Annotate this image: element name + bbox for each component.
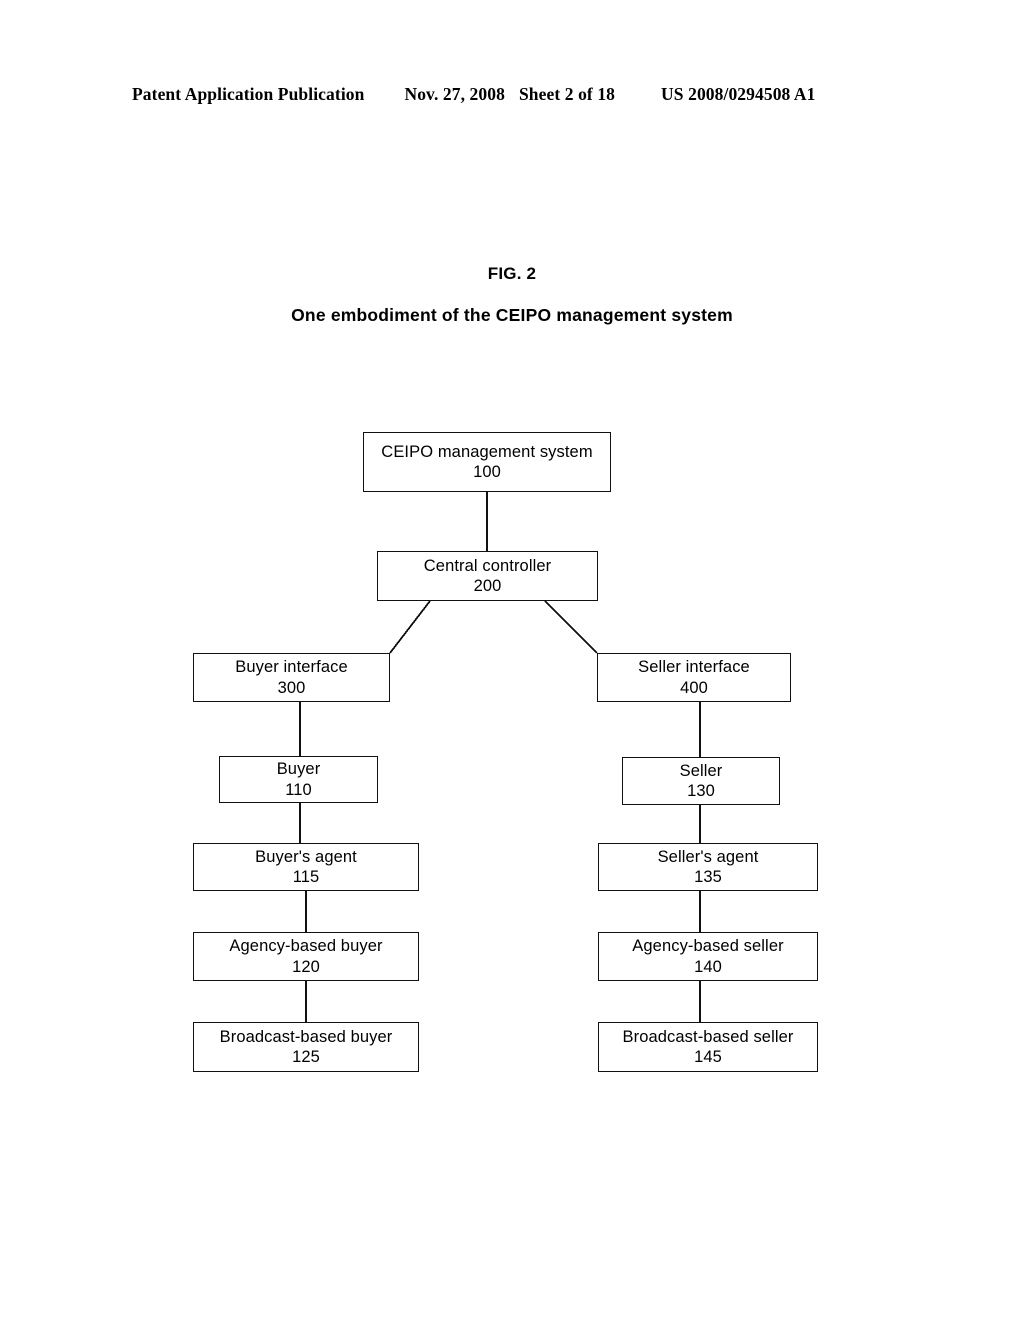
node-ceipo-management-system[interactable]: CEIPO management system 100 bbox=[363, 432, 611, 492]
node-buyer-number: 110 bbox=[285, 780, 312, 799]
edge-central-to-seller-interface bbox=[544, 600, 598, 654]
node-ceipo-label: CEIPO management system bbox=[381, 442, 593, 461]
node-seller[interactable]: Seller 130 bbox=[622, 757, 780, 805]
node-buyer-interface[interactable]: Buyer interface 300 bbox=[193, 653, 390, 702]
node-central-controller-number: 200 bbox=[473, 577, 502, 595]
node-central-controller-label: Central controller bbox=[423, 556, 552, 575]
block-diagram: CEIPO management system 100 Central cont… bbox=[0, 0, 1024, 1320]
node-agency-based-buyer-label: Agency-based buyer bbox=[229, 937, 383, 956]
node-broadcast-based-seller-number: 145 bbox=[694, 1048, 722, 1066]
node-seller-interface-label: Seller interface bbox=[638, 658, 750, 677]
node-ceipo-number: 100 bbox=[473, 463, 501, 481]
node-agency-based-seller-number: 140 bbox=[694, 957, 722, 976]
node-buyers-agent-label: Buyer's agent bbox=[255, 847, 357, 866]
node-broadcast-based-buyer-number: 125 bbox=[292, 1048, 320, 1066]
node-central-controller[interactable]: Central controller 200 bbox=[377, 551, 598, 601]
node-agency-based-buyer[interactable]: Agency-based buyer 120 bbox=[193, 932, 419, 981]
node-agency-based-seller[interactable]: Agency-based seller 140 bbox=[598, 932, 818, 981]
node-seller-interface-number: 400 bbox=[680, 678, 708, 697]
node-broadcast-based-seller[interactable]: Broadcast-based seller 145 bbox=[598, 1022, 818, 1072]
node-broadcast-based-seller-label: Broadcast-based seller bbox=[622, 1027, 794, 1046]
connector-lines bbox=[299, 492, 701, 1022]
node-buyer[interactable]: Buyer 110 bbox=[219, 756, 378, 803]
edge-central-to-buyer-interface bbox=[389, 600, 431, 654]
node-sellers-agent[interactable]: Seller's agent 135 bbox=[598, 843, 818, 891]
node-buyer-label: Buyer bbox=[276, 760, 321, 779]
node-broadcast-based-buyer-label: Broadcast-based buyer bbox=[219, 1027, 393, 1046]
node-sellers-agent-number: 135 bbox=[694, 868, 722, 886]
node-sellers-agent-label: Seller's agent bbox=[657, 847, 759, 866]
node-seller-interface[interactable]: Seller interface 400 bbox=[597, 653, 791, 702]
node-buyer-interface-label: Buyer interface bbox=[235, 658, 348, 677]
node-broadcast-based-buyer[interactable]: Broadcast-based buyer 125 bbox=[193, 1022, 419, 1072]
node-agency-based-seller-label: Agency-based seller bbox=[632, 937, 784, 956]
node-buyers-agent-number: 115 bbox=[292, 868, 320, 886]
node-buyers-agent[interactable]: Buyer's agent 115 bbox=[193, 843, 419, 891]
node-seller-number: 130 bbox=[687, 782, 715, 800]
node-agency-based-buyer-number: 120 bbox=[292, 957, 320, 976]
node-seller-label: Seller bbox=[679, 761, 723, 780]
node-buyer-interface-number: 300 bbox=[277, 678, 306, 697]
